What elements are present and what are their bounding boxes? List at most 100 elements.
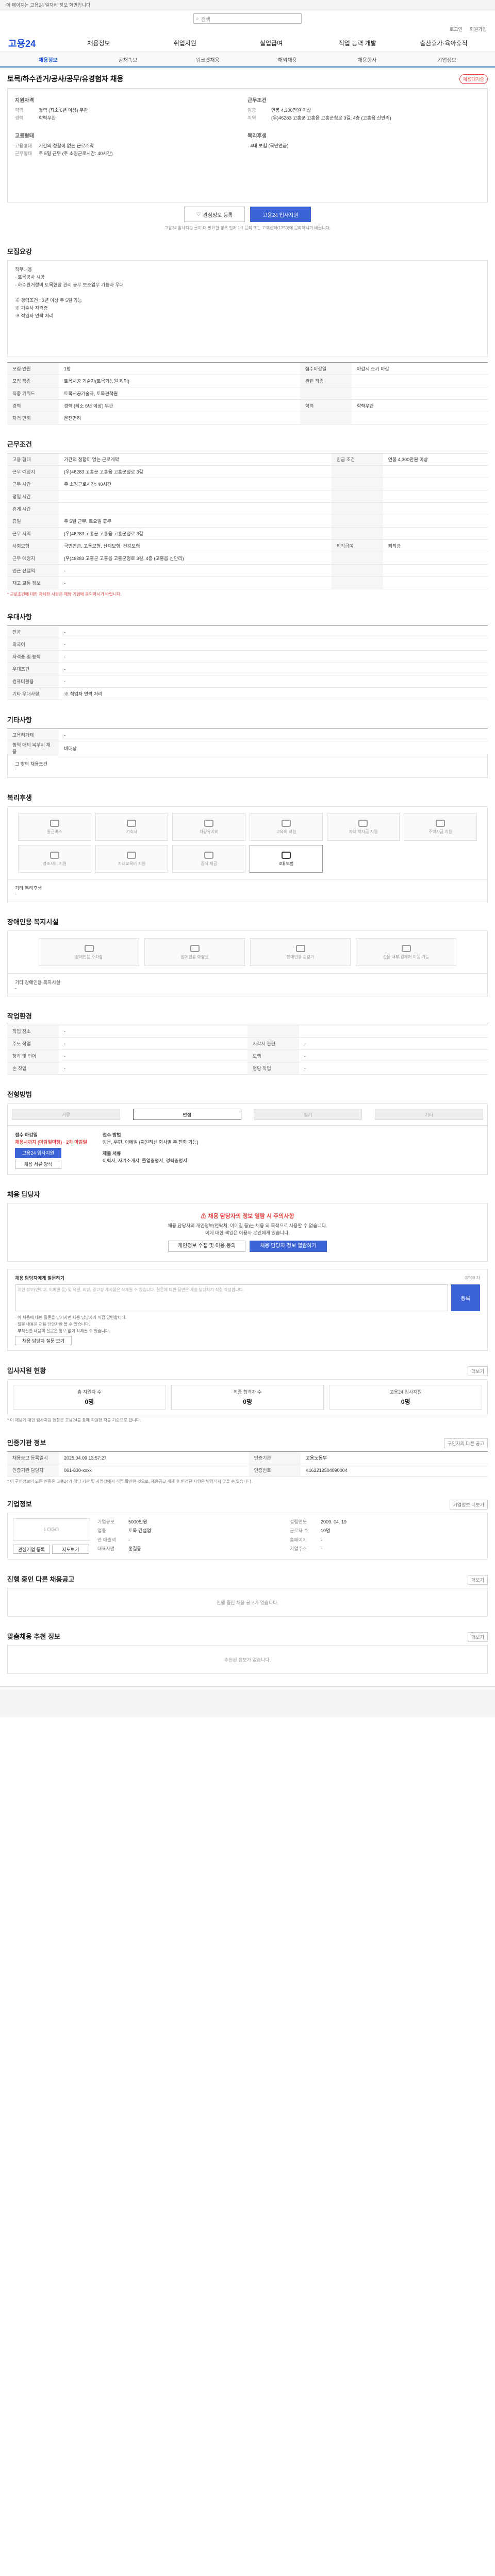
corp-key: 홈페이지 — [290, 1537, 307, 1543]
table-cell: 토목시공기술자, 토목견적원 — [59, 387, 300, 400]
bookmark-button[interactable]: ♡ 관심정보 등록 — [184, 207, 245, 222]
table-header-cell: 접수마감일 — [300, 362, 352, 375]
form-download-button[interactable]: 채용 서류 양식 — [15, 1160, 61, 1169]
disabled-facility-label: 장애인용 승강기 — [286, 954, 315, 959]
welfare-icon — [436, 819, 446, 827]
table-header-cell — [248, 1025, 299, 1038]
deadline-value: 채용시까지 (마감일미정) · 2차 마감일 — [15, 1140, 87, 1145]
qa-box: 채용 담당자에게 질문하기 0/500 자 개인 정보(연락처, 이메일 등) … — [7, 1269, 488, 1351]
subnav-item-public[interactable]: 공채속보 — [88, 56, 168, 63]
view-manager-button[interactable]: 채용 담당자 정보 열람하기 — [250, 1241, 327, 1252]
welfare-icon — [281, 851, 291, 859]
qualification-heading: 지원자격 — [15, 98, 34, 104]
manager-buttons: 개인정보 수집 및 이용 동의 채용 담당자 정보 열람하기 — [8, 1241, 487, 1252]
table-row: 자격증 및 능력 - — [7, 650, 488, 663]
recommend-more-button[interactable]: 더보기 — [468, 1632, 488, 1642]
table-cell — [351, 375, 488, 387]
site-logo[interactable]: 고용24 — [8, 37, 56, 50]
table-header-cell — [331, 465, 383, 478]
view-questions-button[interactable]: 채용 담당자 질문 보기 — [15, 1336, 72, 1345]
disabled-facility-item: 건물 내부 휠체어 이동 가능 — [356, 938, 456, 966]
table-header-cell: 인증번호 — [249, 1464, 301, 1477]
accessibility-icon — [190, 944, 200, 952]
apply-info: 접수 마감일 채용시까지 (마감일미정) · 2차 마감일 고용24 입사지원 … — [7, 1126, 488, 1175]
summary-right: 근무조건 임금 연봉 4,300만원 이상 지역 (우)46283 고홍군 고홍읍 … — [248, 96, 480, 195]
emp-type-label: 고용형태 — [15, 143, 32, 148]
corp-more-button[interactable]: 기업정보 더보기 — [449, 1500, 488, 1510]
stats-more-button[interactable]: 더보기 — [468, 1366, 488, 1376]
table-row: 컴퓨터활용 - — [7, 675, 488, 688]
welfare-grid: 통근버스 기숙사 차량유지비 교육비 지원 자녀 학자금 지원 주택자금 지원 경조사비 지… — [7, 806, 488, 879]
work-type-value: 주 5일 근무 (주 소정근로시간: 40시간) — [39, 151, 113, 156]
gnb-item-jobs[interactable]: 채용정보 — [56, 39, 142, 47]
sub-nav: 채용정보 공채속보 워크넷채용 해외채용 채용행사 기업정보 — [0, 52, 495, 67]
stat-card: 총 지원자 수 0명 — [13, 1385, 166, 1410]
table-cell: ※ 적임자 연락 처리 — [59, 687, 488, 700]
wage-label: 임금 — [248, 108, 256, 113]
welfare-icon — [50, 819, 59, 827]
login-link[interactable]: 로그인 — [450, 26, 463, 32]
table-cell: - — [299, 1062, 488, 1075]
manager-alert-text: 채용 담당자의 정보 열람 시 주의사항 — [208, 1213, 294, 1219]
location-label: 지역 — [248, 115, 256, 121]
stat-label: 최종 합격자 수 — [233, 1389, 262, 1395]
work-type-label: 근무형태 — [15, 151, 32, 156]
manager-alert: ⚠ 채용 담당자의 정보 열람 시 주의사항 — [8, 1213, 487, 1220]
method-col: 접수 방법 방문, 우편, 이메일 (지원하신 회사별 주 전화 가능) 제출 … — [103, 1131, 199, 1169]
job-title: 토목/하수관거/공사/공무/유경험자 채용 — [7, 75, 124, 83]
table-header-cell — [300, 387, 352, 400]
subnav-item-overseas[interactable]: 해외채용 — [248, 56, 327, 63]
table-cell: - — [59, 663, 488, 675]
welfare-item: 4대 보험 — [250, 845, 323, 873]
corp-key: 근로자 수 — [290, 1528, 308, 1534]
corp-value: - — [321, 1537, 322, 1543]
table-row: 근무 시간 주 소정근로시간: 40시간 — [7, 478, 488, 490]
subnav-item-jobs[interactable]: 채용정보 — [8, 56, 88, 63]
welfare-label: 통근버스 — [47, 829, 62, 834]
consent-button[interactable]: 개인정보 수집 및 이용 동의 — [168, 1241, 245, 1252]
question-textarea[interactable]: 개인 정보(연락처, 이메일 등) 및 욕설, 비방, 광고성 게시물은 삭제될… — [15, 1284, 448, 1311]
table-header-cell: 모집 직종 — [7, 375, 59, 387]
corp-bookmark-button[interactable]: 관심기업 등록 — [13, 1545, 50, 1554]
welfare-label: 4대 보험 — [278, 861, 294, 866]
bookmark-label: 관심정보 등록 — [203, 212, 233, 218]
method-heading: 접수 방법 — [102, 1132, 121, 1138]
subnav-item-company[interactable]: 기업정보 — [407, 56, 487, 63]
qa-head: 채용 담당자에게 질문하기 0/500 자 — [15, 1275, 480, 1281]
table-header-cell: 평일 시간 — [7, 490, 59, 503]
info-more-button[interactable]: 구인자의 다른 공고 — [443, 1438, 488, 1448]
gnb-item-leave[interactable]: 출산휴가·육아휴직 — [401, 39, 487, 47]
apply-button-small[interactable]: 고용24 입사지원 — [15, 1148, 61, 1158]
recommend-section-title: 맞춤채용 추천 정보 — [7, 1633, 60, 1640]
apply-button[interactable]: 고용24 입사지원 — [250, 207, 311, 222]
search-input[interactable]: ⌕ 검색 — [193, 13, 302, 24]
table-header-cell: 손 작업 — [7, 1062, 59, 1075]
gnb-item-training[interactable]: 직업 능력 개발 — [315, 39, 401, 47]
table-cell: (우)46283 고홍군 고홍읍 고홍군청로 3길, 4층 (고홍읍 신안리) — [59, 552, 332, 565]
accessibility-icon — [295, 944, 305, 952]
table-cell — [383, 515, 488, 528]
table-cell: - — [59, 577, 332, 589]
corp-value: 홍길동 — [128, 1546, 141, 1551]
heart-icon: ♡ — [196, 211, 201, 217]
qa-counter: 0/500 자 — [465, 1276, 480, 1280]
docs-heading: 제출 서류 — [102, 1151, 121, 1156]
corp-value: 2009. 04. 19 — [321, 1519, 347, 1524]
subnav-item-events[interactable]: 채용행사 — [327, 56, 407, 63]
table-cell — [59, 490, 332, 503]
table-header-cell: 청각 및 언어 — [7, 1049, 59, 1062]
table-cell — [383, 478, 488, 490]
table-row: 평일 시간 — [7, 490, 488, 503]
method-value: 방문, 우편, 이메일 (지원하신 회사별 주 전화 가능) — [102, 1140, 199, 1145]
subnav-item-worknet[interactable]: 워크넷채용 — [168, 56, 248, 63]
gnb-item-support[interactable]: 취업지원 — [142, 39, 228, 47]
table-cell: - — [59, 1037, 248, 1050]
other-more-button[interactable]: 더보기 — [468, 1575, 488, 1585]
preference-section-title: 우대사항 — [7, 613, 32, 621]
table-cell — [383, 502, 488, 515]
corp-map-button[interactable]: 지도보기 — [52, 1545, 89, 1554]
gnb-item-benefit[interactable]: 실업급여 — [228, 39, 314, 47]
table-row: 전공 - — [7, 625, 488, 638]
question-submit-button[interactable]: 등록 — [451, 1284, 480, 1311]
join-link[interactable]: 회원가입 — [470, 26, 487, 32]
